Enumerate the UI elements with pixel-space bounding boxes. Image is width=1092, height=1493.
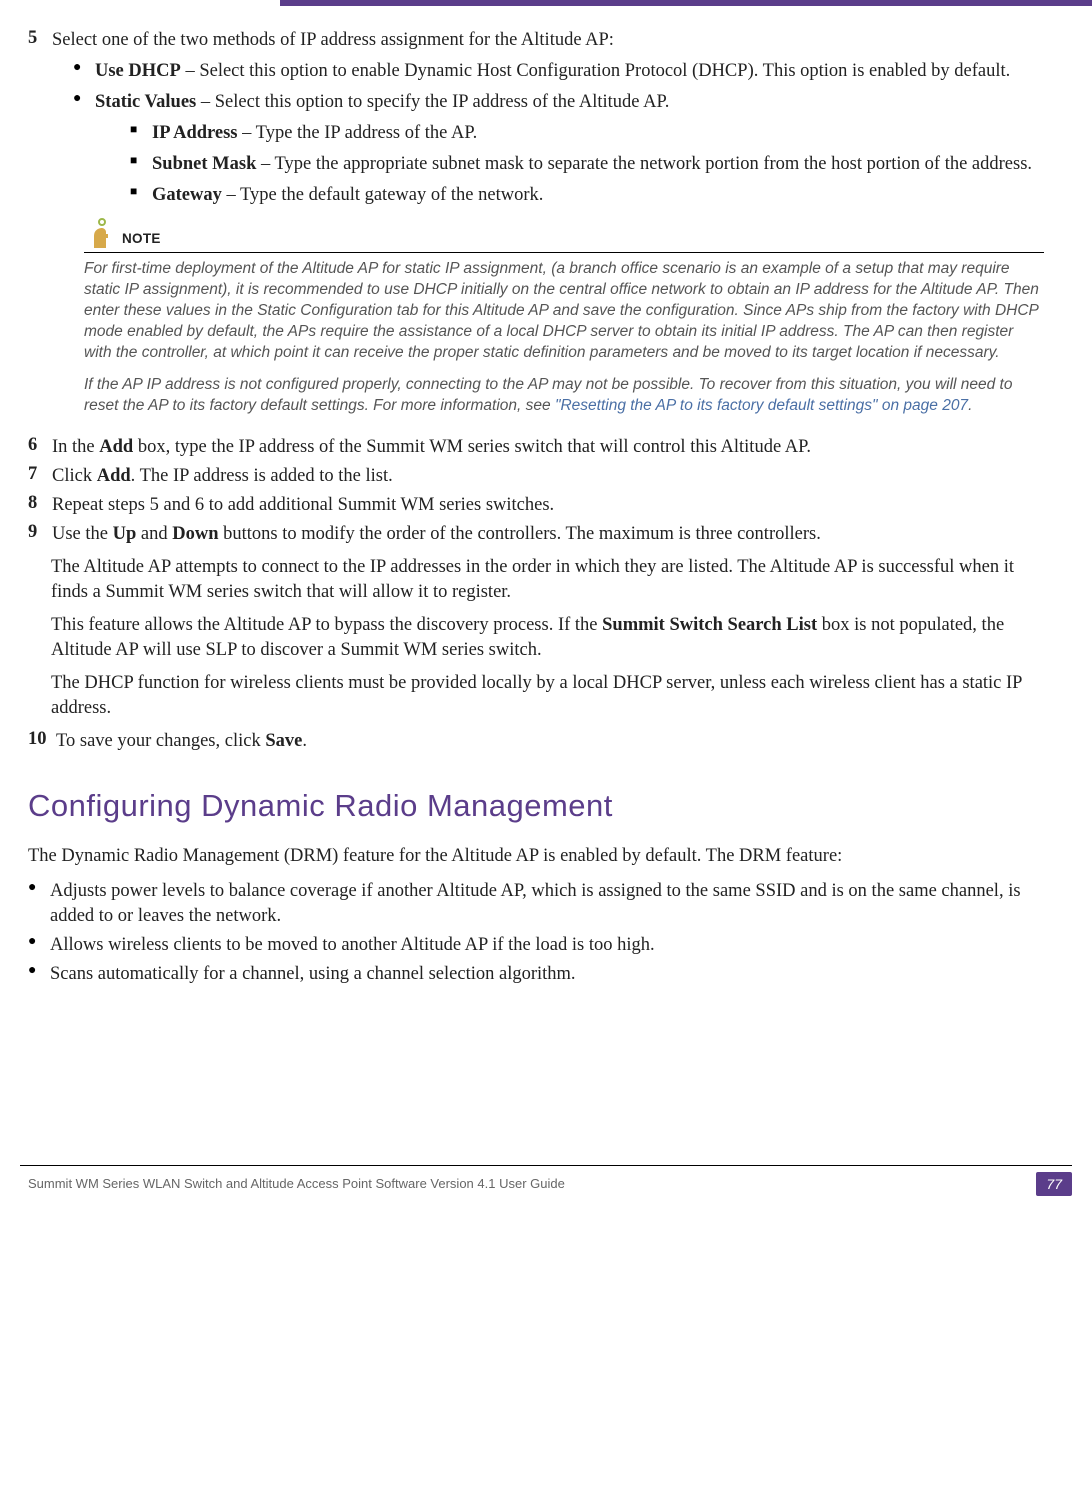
page-content: 5 Select one of the two methods of IP ad… [0, 28, 1092, 1196]
static-sublist: IP Address – Type the IP address of the … [130, 121, 1064, 208]
note-label: NOTE [122, 231, 161, 250]
step-text: In the Add box, type the IP address of t… [52, 435, 1042, 460]
step-text: To save your changes, click Save. [56, 729, 1042, 754]
step-number: 7 [28, 464, 48, 485]
step-6: 6 In the Add box, type the IP address of… [28, 435, 1064, 460]
label: Gateway [152, 185, 222, 205]
b: Add [97, 466, 131, 486]
step-text: Use the Up and Down buttons to modify th… [52, 522, 1042, 547]
label: Use DHCP [95, 61, 181, 81]
label: IP Address [152, 123, 238, 143]
step-number: 9 [28, 522, 48, 543]
step-5: 5 Select one of the two methods of IP ad… [28, 28, 1064, 53]
text: – Type the IP address of the AP. [238, 123, 478, 143]
section-intro: The Dynamic Radio Management (DRM) featu… [28, 844, 1064, 869]
b: Save [265, 731, 302, 751]
b: Summit Switch Search List [602, 615, 817, 635]
note-header: NOTE [84, 218, 1044, 253]
section-heading: Configuring Dynamic Radio Management [28, 788, 1064, 824]
sub-gateway: Gateway – Type the default gateway of th… [130, 183, 1064, 208]
step-text: Select one of the two methods of IP addr… [52, 28, 1042, 53]
step-number: 5 [28, 28, 48, 49]
b: Up [113, 524, 137, 544]
info-icon [84, 218, 116, 250]
t: box, type the IP address of the Summit W… [133, 437, 811, 457]
step-text: Click Add. The IP address is added to th… [52, 464, 1042, 489]
drm-feature-list: Adjusts power levels to balance coverage… [28, 879, 1064, 987]
step-8: 8 Repeat steps 5 and 6 to add additional… [28, 493, 1064, 518]
step-text: Repeat steps 5 and 6 to add additional S… [52, 493, 1042, 518]
text: – Type the default gateway of the networ… [222, 185, 544, 205]
b: Add [99, 437, 133, 457]
page-footer: Summit WM Series WLAN Switch and Altitud… [20, 1165, 1072, 1196]
footer-title: Summit WM Series WLAN Switch and Altitud… [28, 1176, 565, 1191]
spacer [84, 363, 1044, 375]
t: To save your changes, click [56, 731, 265, 751]
list-item: Adjusts power levels to balance coverage… [28, 879, 1064, 929]
header-rule [280, 0, 1092, 6]
step-9: 9 Use the Up and Down buttons to modify … [28, 522, 1064, 547]
note-paragraph-1: For first-time deployment of the Altitud… [84, 259, 1044, 364]
t: This feature allows the Altitude AP to b… [51, 615, 602, 635]
label: Static Values [95, 92, 196, 112]
step-9-para-3: The DHCP function for wireless clients m… [51, 671, 1051, 721]
step-9-para-1: The Altitude AP attempts to connect to t… [51, 555, 1051, 605]
note-paragraph-2: If the AP IP address is not configured p… [84, 375, 1044, 417]
step-7: 7 Click Add. The IP address is added to … [28, 464, 1064, 489]
t: In the [52, 437, 99, 457]
t: buttons to modify the order of the contr… [219, 524, 821, 544]
option-static: Static Values – Select this option to sp… [73, 90, 1064, 208]
t: . [302, 731, 307, 751]
text: – Select this option to specify the IP a… [196, 92, 669, 112]
step-number: 10 [28, 729, 52, 750]
text: – Type the appropriate subnet mask to se… [256, 154, 1032, 174]
t: Use the [52, 524, 113, 544]
t: and [136, 524, 172, 544]
step-number: 6 [28, 435, 48, 456]
sub-ip-address: IP Address – Type the IP address of the … [130, 121, 1064, 146]
page-number-badge: 77 [1036, 1172, 1072, 1196]
t: . The IP address is added to the list. [131, 466, 393, 486]
step-10: 10 To save your changes, click Save. [28, 729, 1064, 754]
text: – Select this option to enable Dynamic H… [181, 61, 1010, 81]
list-item: Allows wireless clients to be moved to a… [28, 933, 1064, 958]
note-link[interactable]: "Resetting the AP to its factory default… [555, 397, 968, 414]
step-9-para-2: This feature allows the Altitude AP to b… [51, 613, 1051, 663]
note-body: For first-time deployment of the Altitud… [84, 259, 1044, 417]
note-block: NOTE For first-time deployment of the Al… [84, 218, 1044, 417]
sub-subnet-mask: Subnet Mask – Type the appropriate subne… [130, 152, 1064, 177]
step-number: 8 [28, 493, 48, 514]
text: . [968, 397, 972, 414]
t: Click [52, 466, 97, 486]
option-dhcp: Use DHCP – Select this option to enable … [73, 59, 1064, 84]
label: Subnet Mask [152, 154, 256, 174]
list-item: Scans automatically for a channel, using… [28, 962, 1064, 987]
b: Down [172, 524, 218, 544]
step-5-options: Use DHCP – Select this option to enable … [73, 59, 1064, 208]
